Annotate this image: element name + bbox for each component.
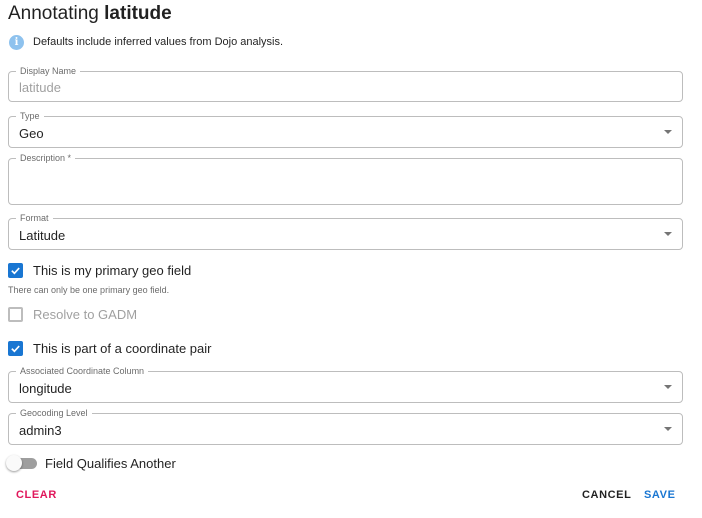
display-name-label: Display Name [16, 66, 81, 76]
geocoding-level-select[interactable]: Geocoding Level admin3 [8, 408, 683, 445]
geocoding-level-value: admin3 [19, 423, 62, 438]
description-input[interactable] [19, 169, 672, 187]
caret-down-icon [664, 385, 672, 389]
coordinate-pair-checkbox-row[interactable]: This is part of a coordinate pair [8, 340, 211, 356]
resolve-gadm-label: Resolve to GADM [33, 306, 138, 322]
format-label: Format [16, 213, 53, 223]
qualifies-another-row[interactable]: Field Qualifies Another [6, 454, 176, 472]
qualifies-another-label: Field Qualifies Another [45, 455, 176, 471]
geocoding-level-label: Geocoding Level [16, 408, 92, 418]
dialog-title: Annotating latitude [8, 3, 172, 25]
display-name-input[interactable] [19, 78, 672, 96]
type-label: Type [16, 111, 44, 121]
switch-thumb[interactable] [6, 455, 22, 471]
description-label: Description * [16, 153, 76, 163]
caret-down-icon [664, 427, 672, 431]
primary-geo-checkbox[interactable] [8, 262, 23, 278]
save-button[interactable]: SAVE [644, 488, 676, 502]
qualifies-another-switch[interactable] [6, 454, 37, 472]
check-icon [11, 345, 20, 352]
check-icon [11, 267, 20, 274]
associated-column-label: Associated Coordinate Column [16, 366, 149, 376]
associated-column-select[interactable]: Associated Coordinate Column longitude [8, 366, 683, 403]
resolve-gadm-checkbox-row[interactable]: Resolve to GADM [8, 306, 137, 322]
associated-column-value: longitude [19, 381, 72, 396]
primary-geo-label: This is my primary geo field [33, 262, 192, 278]
caret-down-icon [664, 130, 672, 134]
type-select[interactable]: Type Geo [8, 111, 683, 148]
info-icon: i [9, 34, 24, 50]
info-text: Defaults include inferred values from Do… [33, 36, 284, 48]
format-value: Latitude [19, 228, 66, 243]
description-field[interactable]: Description * [8, 153, 683, 205]
primary-geo-checkbox-row[interactable]: This is my primary geo field [8, 262, 191, 278]
display-name-field[interactable]: Display Name [8, 66, 683, 102]
type-value: Geo [19, 126, 44, 141]
coordinate-pair-label: This is part of a coordinate pair [33, 340, 212, 356]
cancel-button[interactable]: CANCEL [582, 488, 631, 502]
title-field-name: latitude [104, 3, 172, 24]
info-banner: i Defaults include inferred values from … [9, 34, 283, 50]
title-prefix: Annotating [8, 3, 105, 24]
caret-down-icon [664, 232, 672, 236]
coordinate-pair-checkbox[interactable] [8, 340, 23, 356]
primary-geo-helper: There can only be one primary geo field. [8, 285, 170, 295]
clear-button[interactable]: CLEAR [16, 488, 57, 502]
resolve-gadm-checkbox[interactable] [8, 306, 23, 322]
format-select[interactable]: Format Latitude [8, 213, 683, 250]
